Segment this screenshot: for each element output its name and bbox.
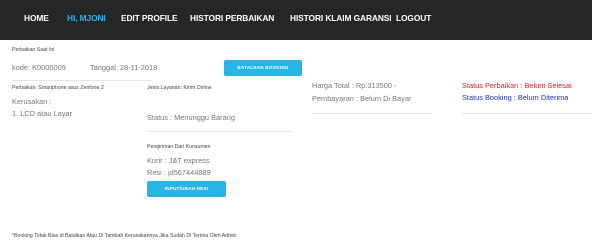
divider: [147, 131, 292, 132]
resi-text: Resi : jd567444889: [147, 168, 211, 177]
jenis-layanan: Jenis Layanan: Kirim Online: [147, 85, 212, 91]
booking-code: kode: K0000009: [12, 63, 66, 72]
device-label: Perbaikan: Smartphone asus Zenfone 2: [12, 85, 104, 91]
kerusakan-label: Kerusakan :: [12, 97, 52, 106]
section-title: Perbaikan Saat Ini: [12, 47, 55, 53]
booking-date: Tanggal: 28-11-2018: [90, 63, 158, 72]
nav-histori-perbaikan[interactable]: HISTORI PERBAIKAN: [190, 13, 274, 23]
layanan-status: Status : Menunggu Barang: [147, 113, 235, 122]
nav-edit-profile[interactable]: EDIT PROFILE: [121, 13, 178, 23]
nav-histori-klaim-garansi[interactable]: HISTORI KLAIM GARANSI: [290, 13, 392, 23]
kerusakan-item: 1. LCD atau Layar: [12, 109, 72, 118]
nav-logout[interactable]: LOGOUT: [396, 13, 431, 23]
booking-footnote: *Booking Tidak Bisa di Batalkan Atau Di …: [12, 233, 237, 239]
cancel-booking-button[interactable]: BATALKAN BOOKING: [224, 60, 302, 76]
nav-user-greeting[interactable]: HI, MJONI: [67, 13, 106, 23]
harga-total: Harga Total : Rp.313500 -: [312, 81, 397, 90]
input-resi-button[interactable]: INPUT/UBAH RESI: [147, 181, 226, 197]
divider: [462, 113, 592, 114]
divider: [12, 80, 152, 81]
kurir-text: Kurir : J&T express: [147, 156, 210, 165]
nav-home[interactable]: HOME: [24, 13, 49, 23]
pembayaran-status: Pembayaran : Belum Di Bayar: [312, 94, 412, 103]
status-perbaikan: Status Perbaikan : Belum Selesai: [462, 81, 572, 90]
divider: [312, 113, 432, 114]
status-booking: Status Booking : Belum Diterima: [462, 93, 569, 102]
pengiriman-title: Pengiriman Dari Konsumen: [147, 144, 211, 150]
top-navbar: HOME HI, MJONI EDIT PROFILE HISTORI PERB…: [0, 0, 592, 40]
